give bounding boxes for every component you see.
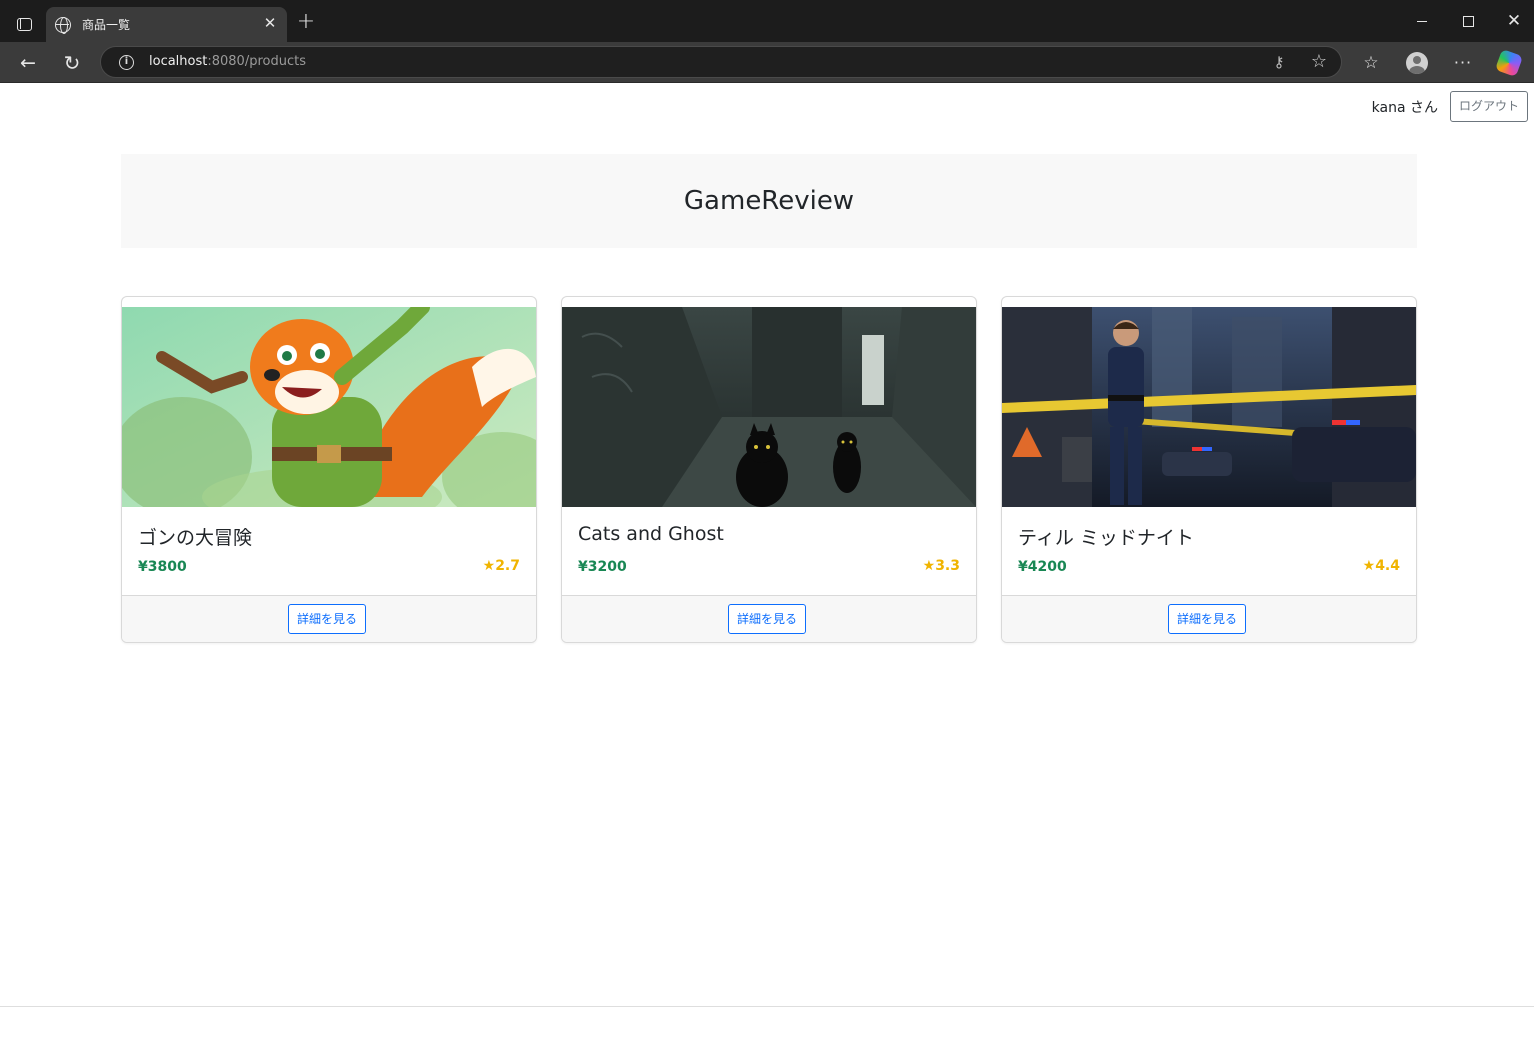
tab-actions-icon[interactable] [10,12,38,36]
product-rating: ★2.7 [482,558,520,574]
card-footer: 詳細を見る [562,595,976,642]
page-content: kana さん ログアウト GameReview ゴンの大冒険 ¥3800 ★2… [0,83,1534,1037]
maximize-icon[interactable] [1456,10,1480,32]
product-rating: ★3.3 [922,558,960,574]
view-details-button[interactable]: 詳細を見る [288,604,367,634]
tab-title: 商品一覧 [82,18,131,32]
key-icon[interactable]: ⚷ [1269,52,1289,72]
product-price: ¥3800 [138,559,187,575]
reload-icon[interactable]: ↻ [60,51,84,75]
close-icon[interactable]: ✕ [262,15,278,31]
back-icon[interactable]: ← [16,51,40,75]
product-rating: ★4.4 [1362,558,1400,574]
product-title[interactable]: ティル ミッドナイト [1018,523,1194,550]
card-footer: 詳細を見る [1002,595,1416,642]
favorites-icon[interactable]: ☆ [1358,50,1384,76]
username: kana さん [1371,99,1438,116]
view-details-button[interactable]: 詳細を見る [1168,604,1247,634]
star-icon[interactable]: ☆ [1308,51,1330,73]
site-title: GameReview [683,186,855,216]
product-image[interactable] [122,307,536,507]
browser-toolbar: ← ↻ i localhost:8080/products ⚷ ☆ ☆ ··· [0,42,1534,83]
product-image[interactable] [562,307,976,507]
address-bar[interactable]: i localhost:8080/products ⚷ ☆ [100,46,1342,78]
view-details-button[interactable]: 詳細を見る [728,604,807,634]
url-text[interactable]: localhost:8080/products [149,54,306,69]
globe-icon [55,16,71,34]
product-title[interactable]: ゴンの大冒険 [138,523,252,550]
browser-titlebar: 商品一覧 ✕ + ✕ [0,0,1534,42]
window-close-icon[interactable]: ✕ [1502,10,1526,32]
browser-tab-active[interactable]: 商品一覧 ✕ [46,7,287,42]
url-host: localhost [149,54,208,69]
plus-icon[interactable]: + [296,11,316,33]
profile-icon[interactable] [1404,50,1430,76]
product-image[interactable] [1002,307,1416,507]
logout-button[interactable]: ログアウト [1449,91,1528,122]
product-card: ティル ミッドナイト ¥4200 ★4.4 詳細を見る [1001,296,1417,643]
copilot-icon[interactable] [1494,48,1524,78]
url-path: :8080/products [207,54,306,69]
footer-divider [0,1006,1534,1007]
product-price: ¥4200 [1018,559,1067,575]
info-icon[interactable]: i [119,55,134,70]
product-price: ¥3200 [578,559,627,575]
minimize-icon[interactable] [1410,10,1434,32]
product-card: Cats and Ghost ¥3200 ★3.3 詳細を見る [561,296,977,643]
more-icon[interactable]: ··· [1450,50,1476,76]
user-bar: kana さん ログアウト [1372,91,1528,122]
product-title[interactable]: Cats and Ghost [578,523,724,545]
product-card: ゴンの大冒険 ¥3800 ★2.7 詳細を見る [121,296,537,643]
card-footer: 詳細を見る [122,595,536,642]
hero-banner: GameReview [121,154,1417,248]
